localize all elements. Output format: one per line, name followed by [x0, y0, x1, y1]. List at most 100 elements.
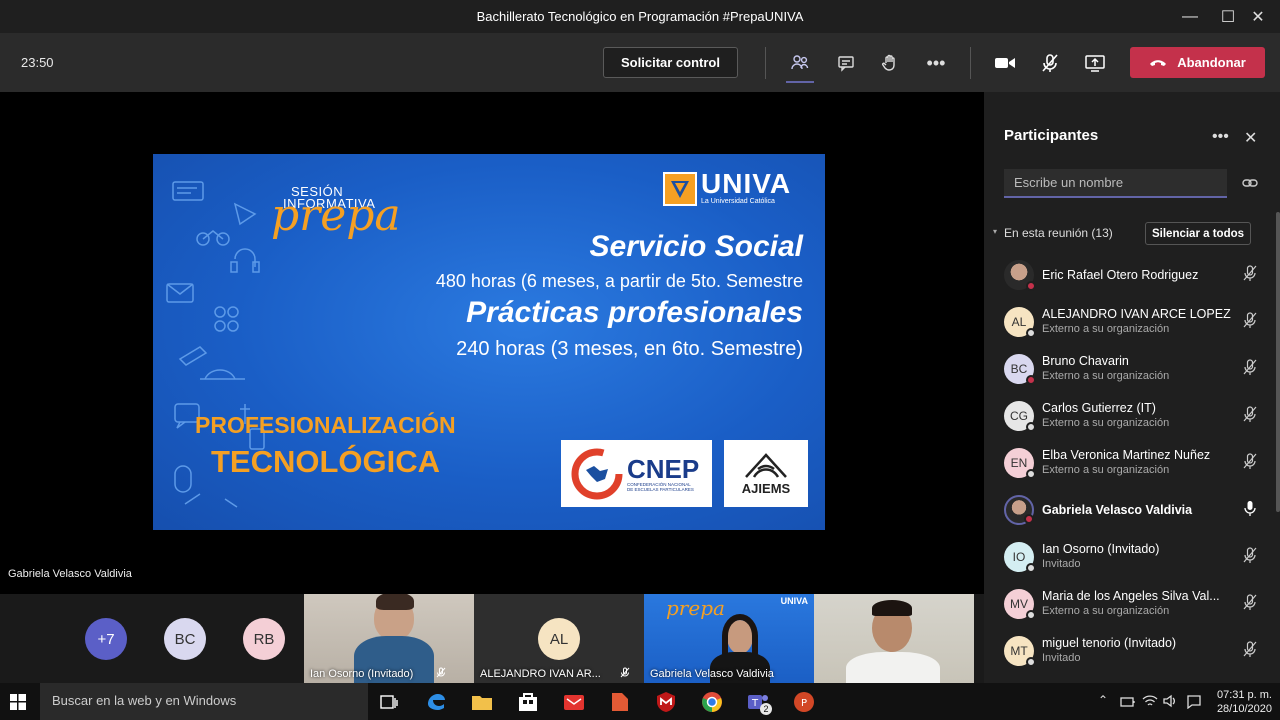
participant-avatar [1004, 260, 1036, 291]
collapse-chevron-icon[interactable]: ▾ [993, 227, 997, 236]
participant-avatar-rb[interactable]: RB [243, 618, 285, 660]
mic-muted-icon[interactable] [1241, 593, 1259, 611]
store-icon[interactable] [516, 690, 540, 714]
chat-icon[interactable] [830, 47, 862, 79]
video-tile-ian[interactable]: Ian Osorno (Invitado) [304, 594, 474, 683]
participant-row[interactable]: Gabriela Velasco Valdivia [1004, 489, 1259, 529]
battery-icon[interactable] [1120, 695, 1136, 709]
file-explorer-icon[interactable] [470, 690, 494, 714]
participants-icon[interactable] [784, 47, 816, 83]
cnep-emblem-icon [571, 448, 623, 499]
close-window-button[interactable]: ✕ [1236, 0, 1280, 33]
panel-scrollbar[interactable] [1276, 212, 1280, 512]
clock-time: 07:31 p. m. [1216, 689, 1272, 701]
toolbar-divider [765, 47, 766, 79]
person-shirt [846, 652, 940, 683]
edge-icon[interactable] [424, 690, 448, 714]
univa-shield-icon [663, 172, 697, 206]
mic-muted-icon[interactable] [1241, 358, 1259, 376]
univa-brand: UNIVA [701, 168, 792, 199]
taskbar-search-input[interactable]: Buscar en la web y en Windows [40, 683, 368, 720]
tray-chevron-icon[interactable]: ⌃ [1098, 693, 1108, 707]
office-app-icon[interactable] [608, 690, 632, 714]
powerpoint-icon[interactable]: P [792, 690, 816, 714]
participant-row[interactable]: AL ALEJANDRO IVAN ARCE LOPEZ Externo a su … [1004, 301, 1259, 341]
participant-row[interactable]: BC Bruno Chavarin Externo a su organizació… [1004, 348, 1259, 388]
participant-row[interactable]: Eric Rafael Otero Rodriguez [1004, 254, 1259, 294]
video-strip: +7 BC RB Ian Osorno (Invitado) AL ALEJAN… [0, 594, 984, 683]
avatar: AL [538, 618, 580, 660]
participant-initials: MV [1010, 597, 1028, 611]
mic-on-icon[interactable] [1241, 499, 1259, 517]
participant-row[interactable]: MV Maria de los Angeles Silva Val... Exter… [1004, 583, 1259, 623]
leave-label: Abandonar [1177, 55, 1246, 70]
mic-muted-icon[interactable] [1241, 640, 1259, 658]
mic-muted-icon[interactable] [1241, 546, 1259, 564]
slide-heading-practicas: Prácticas profesionales [466, 296, 803, 329]
task-view-icon[interactable] [377, 690, 401, 714]
raise-hand-icon[interactable] [874, 47, 906, 79]
presence-dot [1026, 563, 1036, 573]
participant-initials: BC [1010, 362, 1028, 376]
ajiems-logo: AJIEMS [724, 440, 808, 507]
presentation-slide: SESIÓN INFORMATIVA prepa UNIVA La Univer… [153, 154, 825, 530]
ajiems-emblem-icon [745, 453, 787, 478]
video-tile-alejandro[interactable]: AL ALEJANDRO IVAN AR... [474, 594, 644, 683]
ajiems-text: AJIEMS [741, 481, 791, 496]
participant-avatar-bc[interactable]: BC [164, 618, 206, 660]
slide-line-practicas: 240 horas (3 meses, en 6to. Semestre) [456, 338, 803, 360]
window-title: Bachillerato Tecnológico en Programación… [476, 9, 804, 24]
volume-icon[interactable] [1162, 694, 1178, 708]
mic-muted-icon[interactable] [1034, 47, 1066, 79]
slide-prepa-logo: prepa [271, 190, 401, 241]
video-tile-participant[interactable] [814, 594, 974, 683]
notifications-icon[interactable] [1186, 694, 1202, 709]
person-hair [376, 594, 414, 610]
mic-muted-icon[interactable] [1241, 264, 1259, 282]
taskbar-clock[interactable]: 07:31 p. m. 28/10/2020 [1217, 688, 1272, 716]
participant-search-input[interactable]: Escribe un nombre [1004, 169, 1227, 198]
video-tile-gabriela[interactable]: prepa UNIVA Gabriela Velasco Valdivia [644, 594, 814, 683]
panel-close-icon[interactable]: ✕ [1244, 128, 1257, 148]
participant-subtitle: Externo a su organización [1042, 464, 1170, 476]
window-titlebar: Bachillerato Tecnológico en Programación… [0, 0, 1280, 33]
meeting-timer: 23:50 [21, 55, 54, 70]
wifi-icon[interactable] [1142, 694, 1158, 708]
participant-name: Gabriela Velasco Valdivia [1042, 503, 1193, 517]
participant-name: Carlos Gutierrez (IT) [1042, 401, 1156, 415]
participant-avatar: IO [1004, 542, 1036, 573]
meeting-toolbar: 23:50 Solicitar control ••• Abandonar [0, 33, 1280, 92]
participant-row[interactable]: EN Elba Veronica Martinez Nuñez Externo a … [1004, 442, 1259, 482]
participant-name: Bruno Chavarin [1042, 354, 1129, 368]
mic-muted-icon [620, 667, 630, 678]
share-screen-icon[interactable] [1079, 47, 1111, 79]
mcafee-icon[interactable] [654, 690, 678, 714]
share-link-icon[interactable] [1242, 176, 1258, 190]
shared-content-stage: SESIÓN INFORMATIVA prepa UNIVA La Univer… [0, 92, 984, 594]
chrome-icon[interactable] [700, 690, 724, 714]
univa-brand-sub: La Universidad Católica [701, 198, 775, 205]
windows-start-icon[interactable] [10, 694, 26, 710]
teams-badge: 2 [760, 703, 772, 715]
participant-subtitle: Externo a su organización [1042, 323, 1170, 335]
video-tile-name: Ian Osorno (Invitado) [310, 668, 414, 680]
participant-initials: EN [1010, 456, 1028, 470]
participant-row[interactable]: CG Carlos Gutierrez (IT) Externo a su orga… [1004, 395, 1259, 435]
panel-more-icon[interactable]: ••• [1212, 128, 1229, 146]
person-hair [872, 600, 912, 616]
more-participants-badge[interactable]: +7 [85, 618, 127, 660]
more-options-icon[interactable]: ••• [920, 47, 952, 79]
request-control-button[interactable]: Solicitar control [603, 47, 738, 78]
mic-muted-icon[interactable] [1241, 311, 1259, 329]
leave-button[interactable]: Abandonar [1130, 47, 1265, 78]
mail-app-icon[interactable] [562, 690, 586, 714]
participant-row[interactable]: MT miguel tenorio (Invitado) Invitado [1004, 630, 1259, 670]
camera-icon[interactable] [989, 47, 1021, 79]
participant-avatar: MV [1004, 589, 1036, 620]
participant-avatar: MT [1004, 636, 1036, 667]
mic-muted-icon[interactable] [1241, 405, 1259, 423]
mic-muted-icon[interactable] [1241, 452, 1259, 470]
presence-dot [1024, 514, 1034, 524]
participant-row[interactable]: IO Ian Osorno (Invitado) Invitado [1004, 536, 1259, 576]
mute-all-button[interactable]: Silenciar a todos [1145, 222, 1251, 245]
